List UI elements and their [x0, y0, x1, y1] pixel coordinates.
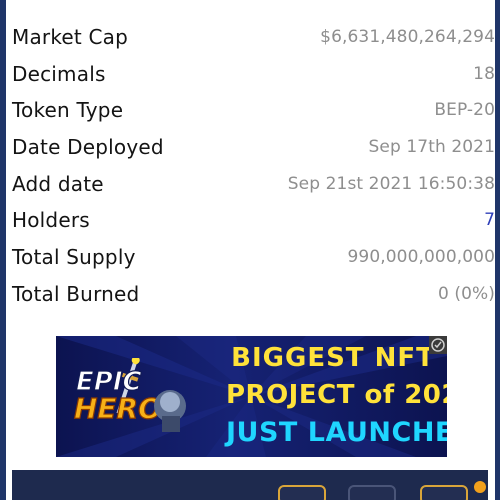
date-deployed-value: Sep 17th 2021: [368, 137, 495, 157]
info-row-holders: Holders 7: [12, 202, 495, 238]
ad-banner[interactable]: EPIC HERO BIGGEST NFT PROJECT of 2021 JU…: [56, 336, 447, 457]
nav-button-1[interactable]: [278, 485, 326, 500]
market-cap-value: $6,631,480,264,294: [320, 27, 495, 47]
info-row-decimals: Decimals 18: [12, 56, 495, 92]
info-row-market-cap: Market Cap $6,631,480,264,294: [12, 19, 495, 55]
date-deployed-label: Date Deployed: [12, 135, 164, 159]
total-burned-value: 0 (0%): [437, 284, 495, 304]
holders-label: Holders: [12, 208, 90, 232]
market-cap-label: Market Cap: [12, 25, 129, 49]
nav-button-2[interactable]: [348, 485, 396, 500]
add-date-value: Sep 21st 2021 16:50:38: [287, 174, 495, 194]
epic-hero-logo: EPIC HERO: [73, 358, 186, 432]
bottom-nav-bar: [12, 470, 488, 500]
decimals-label: Decimals: [12, 62, 106, 86]
ad-line-biggest-nft: BIGGEST NFT: [231, 343, 435, 373]
info-row-add-date: Add date Sep 21st 2021 16:50:38: [12, 166, 495, 202]
ad-line-just-launched: JUST LAUNCHED: [226, 417, 447, 448]
total-burned-label: Total Burned: [12, 282, 140, 306]
token-type-value: BEP-20: [434, 100, 495, 120]
decimals-value: 18: [473, 64, 495, 84]
notification-dot-icon: [474, 481, 486, 493]
right-frame-edge: [495, 0, 500, 500]
total-supply-label: Total Supply: [12, 245, 136, 269]
nav-button-3[interactable]: [420, 485, 468, 500]
info-row-token-type: Token Type BEP-20: [12, 92, 495, 128]
add-date-label: Add date: [12, 172, 104, 196]
token-type-label: Token Type: [12, 98, 124, 122]
logo-text-bottom: HERO: [74, 392, 162, 425]
ad-choices-icon[interactable]: [429, 336, 447, 354]
holders-link[interactable]: 7: [484, 210, 495, 230]
total-supply-value: 990,000,000,000: [347, 247, 495, 267]
info-row-total-supply: Total Supply 990,000,000,000: [12, 239, 495, 275]
info-row-total-burned: Total Burned 0 (0%): [12, 276, 495, 312]
ad-line-project-2021: PROJECT of 2021: [226, 380, 447, 410]
info-row-date-deployed: Date Deployed Sep 17th 2021: [12, 129, 495, 165]
ad-headline: BIGGEST NFT PROJECT of 2021 JUST LAUNCHE…: [226, 340, 447, 451]
